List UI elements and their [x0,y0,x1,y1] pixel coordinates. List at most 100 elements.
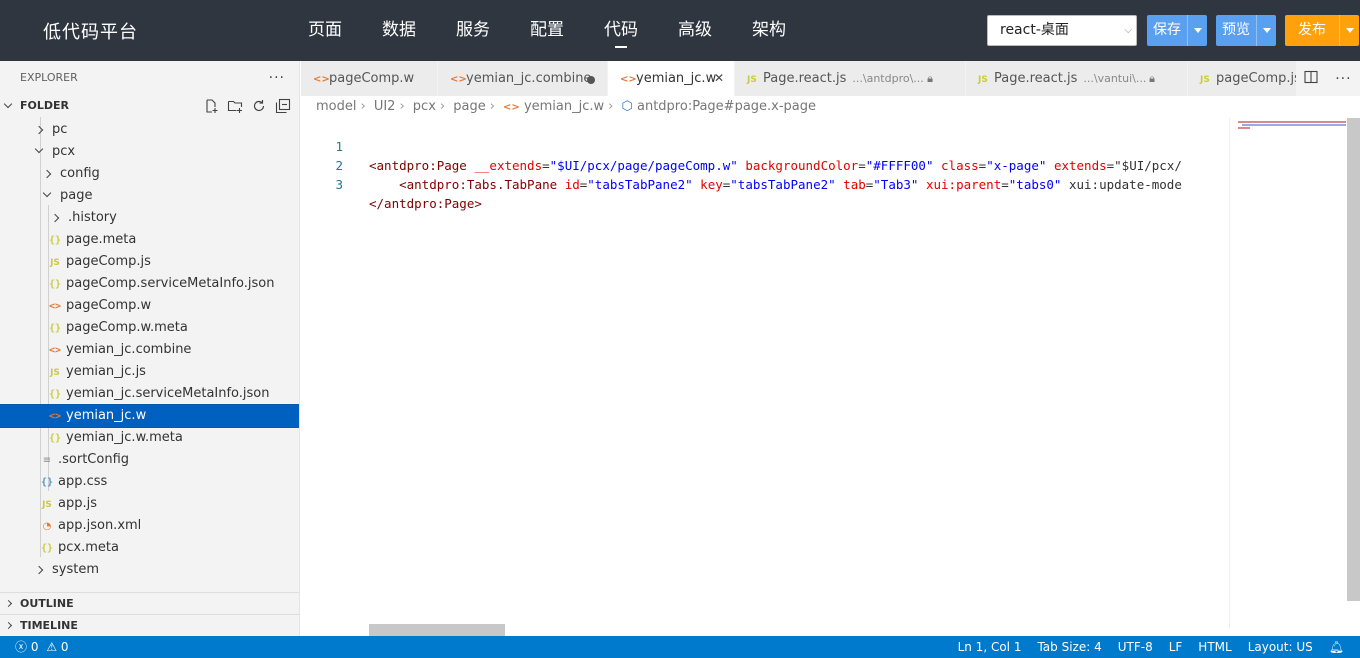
tree-file-yemian-w[interactable]: <> yemian_jc.w [0,404,299,428]
tree-file-pcx-meta[interactable]: {} pcx.meta [0,537,299,559]
breadcrumb-item[interactable]: model [316,99,356,114]
tree-file-yemian-js[interactable]: JS yemian_jc.js [0,361,299,383]
symbol-element-icon: ⬡ [621,99,633,114]
lock-icon: 🔒︎ [927,72,933,85]
chevron-right-icon: › [360,99,366,114]
status-bar: ⓧ 0 ⚠ 0 Ln 1, Col 1 Tab Size: 4 UTF-8 LF… [0,636,1360,658]
tree-file-yemian-w-meta[interactable]: {} yemian_jc.w.meta [0,427,299,449]
tree-file-app-js[interactable]: JS app.js [0,493,299,515]
xml-file-icon: <> [503,102,520,113]
breadcrumb-item[interactable]: pcx [413,99,436,114]
chevron-right-icon: › [608,99,614,114]
nav-item-config[interactable]: 配置 [530,0,564,61]
tree-file-yemian-combine[interactable]: <> yemian_jc.combine [0,339,299,361]
nav-item-advanced[interactable]: 高级 [678,0,712,61]
outline-label: OUTLINE [20,597,74,610]
nav-item-code[interactable]: 代码 [604,0,638,61]
cursor-position[interactable]: Ln 1, Col 1 [958,636,1022,658]
breadcrumb: model › UI2 › pcx › page › <> yemian_jc.w › ⬡… [301,96,1360,118]
js-file-icon: JS [978,75,988,85]
nav-item-data[interactable]: 数据 [382,0,416,61]
tree-folder-history[interactable]: .history [0,207,299,229]
vertical-scrollbar[interactable] [1347,118,1360,601]
editor-actions: ··· [1296,61,1360,96]
collapse-all-icon[interactable] [275,98,291,114]
tree-folder-config[interactable]: config [0,163,299,185]
problems-indicator[interactable]: ⓧ 0 ⚠ 0 [15,636,69,658]
end-of-line[interactable]: LF [1169,636,1183,658]
bell-icon[interactable]: 🔔︎ [1329,636,1344,658]
tree-file-pagecomp-w[interactable]: <> pageComp.w [0,295,299,317]
keyboard-layout[interactable]: Layout: US [1248,636,1313,658]
breadcrumb-item[interactable]: page [453,99,485,114]
publish-button[interactable]: 发布 [1285,15,1339,46]
split-editor-icon[interactable] [1304,70,1318,88]
unsaved-dot-icon[interactable] [587,76,595,84]
project-select[interactable]: react-桌面 ⌵ [987,15,1137,46]
tab-label: Page.react.js [763,71,847,86]
tree-file-page-meta[interactable]: {} page.meta [0,229,299,251]
warning-icon: ⚠ [46,640,58,654]
code-editor[interactable]: 1 <antdpro:Page __extends="$UI/pcx/page/… [301,118,1229,628]
new-file-icon[interactable] [203,98,219,114]
language-mode[interactable]: HTML [1198,636,1231,658]
tree-folder-page[interactable]: page [0,185,299,207]
tab-yemian-w[interactable]: <>yemian_jc.w ✕ [608,61,735,96]
close-icon[interactable]: ✕ [714,61,724,96]
tree-item-label: pageComp.js [66,254,151,269]
chevron-down-icon [3,95,13,117]
editor-tabs: <>pageComp.w <>yemian_jc.combine <>yemia… [301,61,1360,96]
tab-size[interactable]: Tab Size: 4 [1037,636,1101,658]
tree-file-sortconfig[interactable]: ≡ .sortConfig [0,449,299,471]
nav-item-architecture[interactable]: 架构 [752,0,786,61]
preview-dropdown-button[interactable] [1256,15,1276,46]
warning-count: 0 [60,640,69,654]
explorer-header: EXPLORER ··· [0,61,299,95]
timeline-section-header[interactable]: TIMELINE [0,614,299,636]
more-actions-icon[interactable]: ··· [269,61,285,95]
breadcrumb-item[interactable]: UI2 [374,99,396,114]
tree-folder-pc[interactable]: pc [0,119,299,141]
horizontal-scrollbar[interactable] [369,624,505,636]
tab-label: Page.react.js [994,71,1078,86]
main-nav: 页面 数据 服务 配置 代码 高级 架构 [308,0,826,61]
chevron-right-icon [42,169,52,179]
tree-file-pagecomp-servicemetainfo[interactable]: {} pageComp.serviceMetaInfo.json [0,273,299,295]
tab-page-react-vantui[interactable]: JS Page.react.js ...\vantui\... 🔒︎ [966,61,1188,96]
tree-folder-system[interactable]: system [0,559,299,581]
save-button[interactable]: 保存 [1147,15,1187,46]
new-folder-icon[interactable] [227,98,243,114]
tree-file-pagecomp-w-meta[interactable]: {} pageComp.w.meta [0,317,299,339]
tree-file-app-json-xml[interactable]: ◔ app.json.xml [0,515,299,537]
breadcrumb-item[interactable]: yemian_jc.w [524,99,604,114]
tree-folder-pcx[interactable]: pcx [0,141,299,163]
tab-yemian-combine[interactable]: <>yemian_jc.combine [438,61,608,96]
caret-down-icon [1193,28,1202,33]
save-dropdown-button[interactable] [1187,15,1207,46]
tree-file-pagecomp-js[interactable]: JS pageComp.js [0,251,299,273]
preview-button[interactable]: 预览 [1216,15,1256,46]
publish-dropdown-button[interactable] [1339,15,1359,46]
tree-file-yemian-servicemetainfo[interactable]: {} yemian_jc.serviceMetaInfo.json [0,383,299,405]
encoding[interactable]: UTF-8 [1118,636,1153,658]
tab-page-react-antdpro[interactable]: JS Page.react.js ...\antdpro\... 🔒︎ [735,61,966,96]
tab-label: pageComp.js [1216,71,1301,86]
tree-item-label: config [60,166,100,181]
minimap-line [1238,127,1250,129]
folder-section-header[interactable]: FOLDER [0,95,299,117]
text-file-icon: ≡ [42,455,52,466]
minimap[interactable] [1229,118,1347,628]
timeline-label: TIMELINE [20,619,78,632]
nav-item-service[interactable]: 服务 [456,0,490,61]
nav-item-page[interactable]: 页面 [308,0,342,61]
breadcrumb-item[interactable]: antdpro:Page#page.x-page [637,99,816,114]
xml-file-icon: <> [313,74,330,85]
more-actions-icon[interactable]: ··· [1335,71,1351,87]
refresh-icon[interactable] [251,98,267,114]
tree-file-app-css[interactable]: {} app.css [0,471,299,493]
tab-pagecomp-w[interactable]: <>pageComp.w [301,61,438,96]
json-file-icon: {} [48,389,62,400]
outline-section-header[interactable]: OUTLINE [0,592,299,614]
tree-item-label: yemian_jc.combine [66,342,192,357]
tree-item-label: yemian_jc.js [66,364,146,379]
